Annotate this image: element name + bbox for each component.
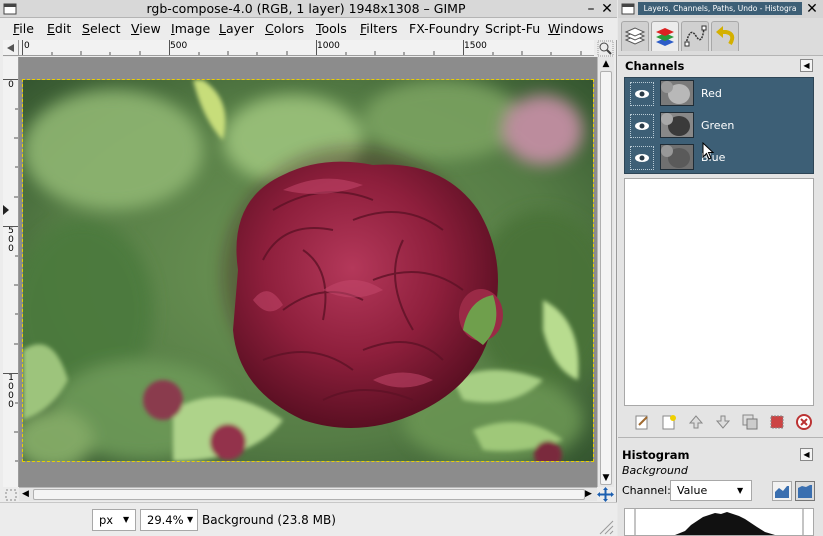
channel-label: Channel: xyxy=(622,484,671,497)
channel-to-selection-icon[interactable] xyxy=(768,413,786,431)
menu-edit[interactable]: Edit xyxy=(47,18,71,40)
channel-list[interactable]: Red Green Blue xyxy=(624,77,814,174)
delete-channel-icon[interactable] xyxy=(795,413,813,431)
tab-layers[interactable] xyxy=(621,21,649,51)
unit-value: px xyxy=(99,513,114,527)
image-window: rgb-compose-4.0 (RGB, 1 layer) 1948x1308… xyxy=(0,0,617,536)
layers-icon xyxy=(624,27,646,45)
lower-channel-icon[interactable] xyxy=(714,413,732,431)
vertical-ruler[interactable]: 0 500 1000 xyxy=(3,57,19,487)
chevron-down-icon: ▼ xyxy=(123,515,130,524)
scroll-left-icon[interactable]: ◀ xyxy=(22,488,32,500)
channel-thumbnail xyxy=(660,112,694,138)
menubar: File Edit Select View Image Layer Colors… xyxy=(0,18,617,40)
undo-icon xyxy=(716,26,735,46)
histogram-channel-select[interactable]: Value ▼ xyxy=(670,480,752,501)
menu-tools[interactable]: Tools xyxy=(316,18,347,40)
menu-layer[interactable]: Layer xyxy=(219,18,254,40)
image-canvas[interactable] xyxy=(19,57,597,487)
channel-row-green[interactable]: Green xyxy=(625,110,813,142)
close-button[interactable]: ✕ xyxy=(804,1,820,17)
linear-histogram-icon xyxy=(775,486,789,498)
rose-photo[interactable] xyxy=(22,79,594,462)
zoom-fit-icon[interactable] xyxy=(597,40,614,57)
channels-title: Channels xyxy=(625,59,685,73)
zoom-select[interactable]: 29.4% ▼ xyxy=(140,509,198,531)
menu-image[interactable]: Image xyxy=(171,18,210,40)
log-histogram-icon xyxy=(798,485,812,498)
minimize-button[interactable]: – xyxy=(583,1,599,17)
menu-view[interactable]: View xyxy=(131,18,161,40)
status-message: Background (23.8 MB) xyxy=(202,513,336,527)
histogram-title: Histogram xyxy=(622,448,690,462)
histogram-graph[interactable] xyxy=(624,508,814,536)
ruler-origin[interactable] xyxy=(3,40,19,56)
dock-tabs xyxy=(618,18,823,56)
dock-title: Layers, Channels, Paths, Undo - Histogra xyxy=(638,2,802,15)
tab-channels[interactable] xyxy=(651,21,679,51)
duplicate-channel-icon[interactable] xyxy=(741,413,759,431)
tab-undo[interactable] xyxy=(711,21,739,51)
channel-row-red[interactable]: Red xyxy=(625,78,813,110)
dock-window: Layers, Channels, Paths, Undo - Histogra… xyxy=(618,0,823,536)
histogram-drawable: Background xyxy=(622,464,688,477)
mouse-pointer-icon xyxy=(702,141,716,162)
image-window-titlebar[interactable]: rgb-compose-4.0 (RGB, 1 layer) 1948x1308… xyxy=(0,0,617,18)
menu-colors[interactable]: Colors xyxy=(265,18,304,40)
linear-histogram-button[interactable] xyxy=(772,481,792,501)
visibility-eye-icon[interactable] xyxy=(630,114,654,138)
navigate-icon[interactable] xyxy=(597,487,614,502)
menu-fx-foundry[interactable]: FX-Foundry xyxy=(409,18,479,40)
window-title: rgb-compose-4.0 (RGB, 1 layer) 1948x1308… xyxy=(146,1,466,16)
channel-thumbnail xyxy=(660,80,694,106)
new-channel-icon[interactable] xyxy=(660,413,678,431)
channel-thumbnail xyxy=(660,144,694,170)
channels-toolbar xyxy=(624,410,814,434)
channel-label: Red xyxy=(701,87,722,100)
chevron-down-icon: ▼ xyxy=(187,515,194,524)
channel-label: Green xyxy=(701,119,735,132)
visibility-eye-icon[interactable] xyxy=(630,82,654,106)
visibility-eye-icon[interactable] xyxy=(630,146,654,170)
horizontal-scrollbar[interactable]: ◀ ▶ xyxy=(19,487,597,501)
resize-grip-icon[interactable] xyxy=(596,517,614,535)
chevron-down-icon: ▼ xyxy=(737,486,744,495)
scroll-up-icon[interactable]: ▲ xyxy=(600,59,612,69)
zoom-value: 29.4% xyxy=(147,513,184,527)
vertical-scroll-thumb[interactable] xyxy=(600,71,612,485)
paths-icon xyxy=(684,25,707,47)
horizontal-scroll-thumb[interactable] xyxy=(33,489,585,500)
scroll-down-icon[interactable]: ▼ xyxy=(600,473,612,483)
menu-file[interactable]: File xyxy=(13,18,34,40)
tab-paths[interactable] xyxy=(681,21,709,51)
unit-select[interactable]: px ▼ xyxy=(92,509,136,531)
ruler-v-ticks xyxy=(3,79,18,462)
vertical-scrollbar[interactable]: ▲ ▼ xyxy=(597,57,614,487)
window-menu-icon[interactable] xyxy=(2,1,18,17)
channels-icon xyxy=(656,28,674,46)
menu-windows[interactable]: Windows xyxy=(548,18,604,40)
histogram-panel-menu-button[interactable]: ◀ xyxy=(800,448,813,461)
channel-list-empty-area[interactable] xyxy=(624,178,814,406)
horizontal-ruler[interactable]: 0 500 1000 1500 xyxy=(19,40,594,56)
histogram-channel-value: Value xyxy=(677,484,708,497)
statusbar: px ▼ 29.4% ▼ Background (23.8 MB) xyxy=(0,502,617,536)
quick-mask-icon[interactable] xyxy=(3,488,19,502)
ruler-h-ticks xyxy=(22,40,582,55)
menu-filters[interactable]: Filters xyxy=(360,18,397,40)
edit-channel-icon[interactable] xyxy=(633,413,651,431)
log-histogram-button[interactable] xyxy=(795,481,815,501)
channels-panel-menu-button[interactable]: ◀ xyxy=(800,59,813,72)
dock-titlebar[interactable]: Layers, Channels, Paths, Undo - Histogra… xyxy=(618,0,823,18)
scroll-right-icon[interactable]: ▶ xyxy=(585,488,595,500)
raise-channel-icon[interactable] xyxy=(687,413,705,431)
menu-select[interactable]: Select xyxy=(82,18,121,40)
close-button[interactable]: ✕ xyxy=(599,1,615,17)
window-menu-icon[interactable] xyxy=(620,1,636,17)
channel-row-blue[interactable]: Blue xyxy=(625,142,813,174)
menu-script-fu[interactable]: Script-Fu xyxy=(485,18,540,40)
